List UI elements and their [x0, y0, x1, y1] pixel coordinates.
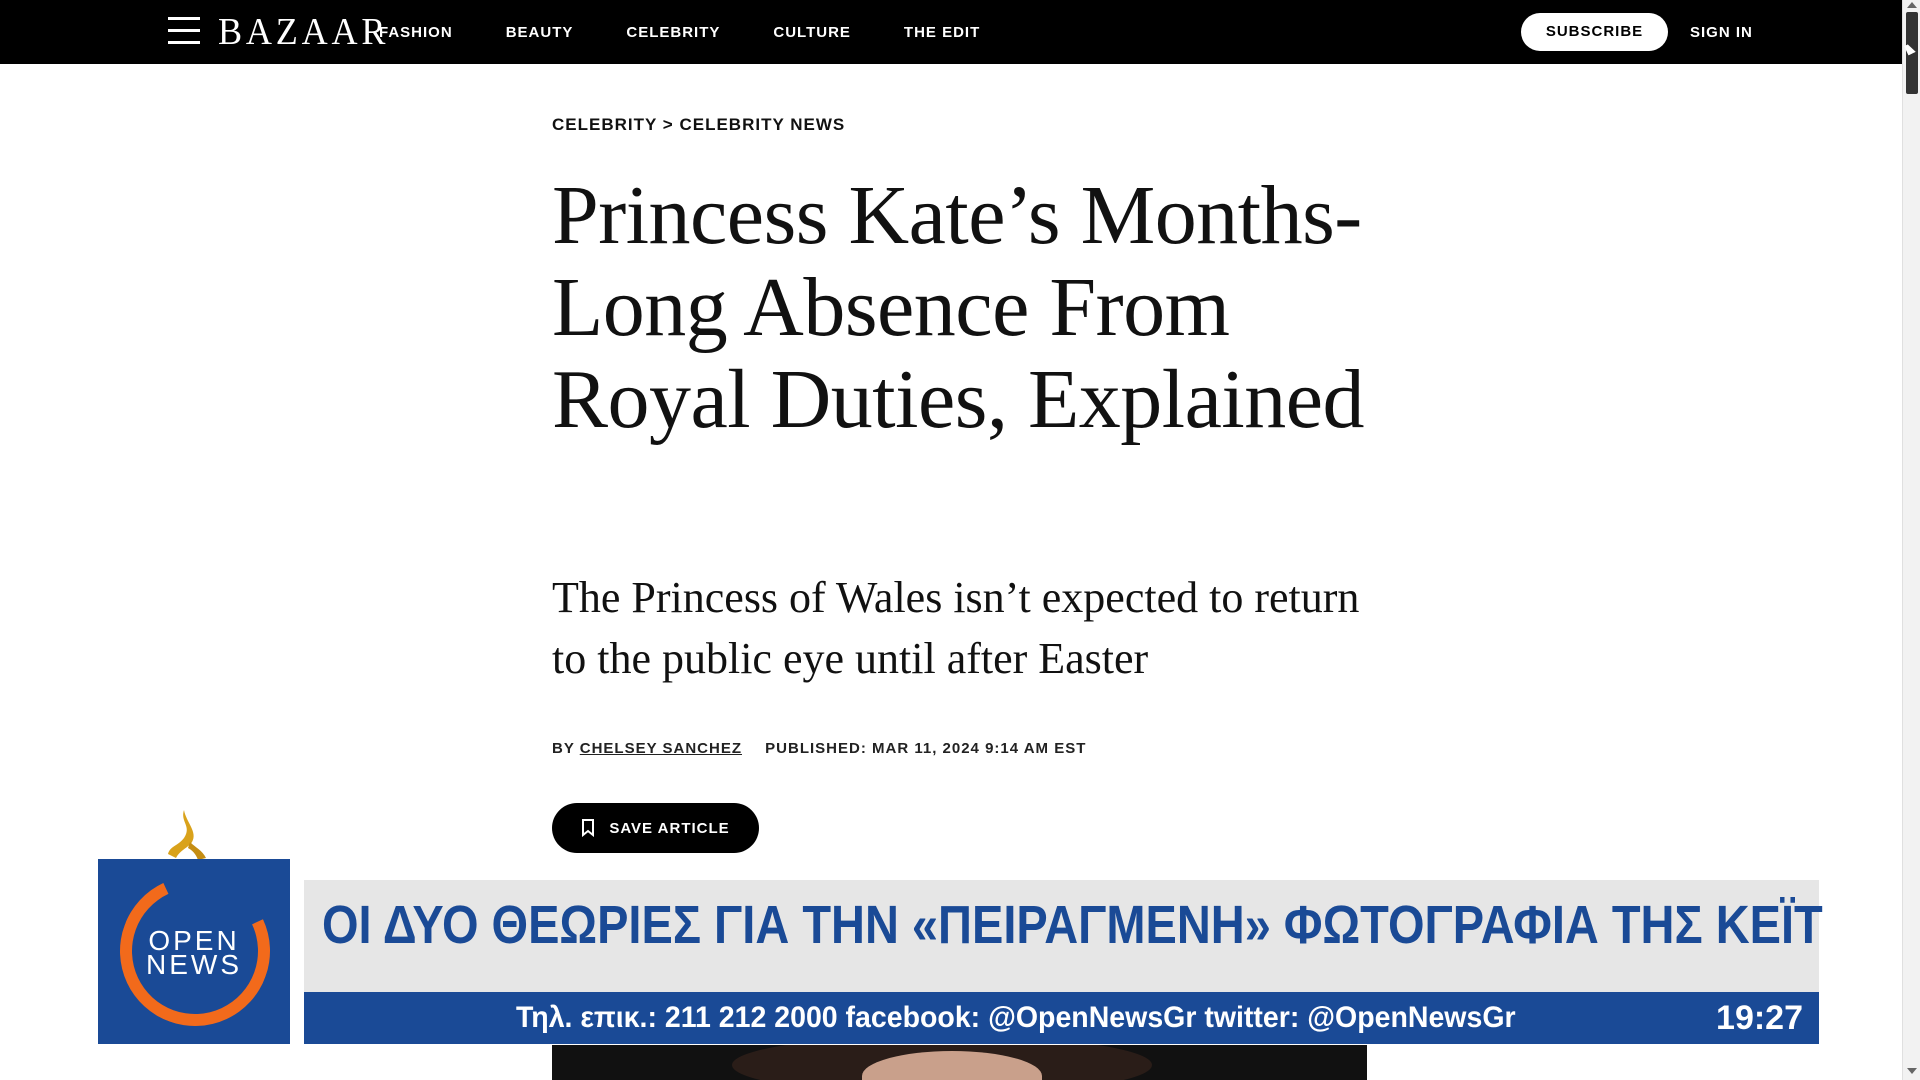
nav-culture[interactable]: CULTURE	[773, 24, 851, 41]
article-headline: Princess Kate’s Months-Long Absence From…	[552, 169, 1365, 446]
byline-prefix: BY	[552, 740, 575, 757]
hamburger-menu-icon[interactable]	[168, 17, 200, 45]
breadcrumb-celebrity[interactable]: CELEBRITY	[552, 115, 657, 134]
broadcast-clock: 19:27	[1716, 999, 1803, 1037]
published-date: PUBLISHED: MAR 11, 2024 9:14 AM EST	[765, 740, 1087, 757]
breadcrumb-separator: >	[662, 115, 674, 134]
nav-beauty[interactable]: BEAUTY	[506, 24, 574, 41]
top-navigation-bar: BAZAAR FASHION BEAUTY CELEBRITY CULTURE …	[0, 0, 1920, 64]
contact-info: Τηλ. επικ.: 211 212 2000 facebook: @Open…	[516, 1001, 1516, 1034]
subscribe-button[interactable]: SUBSCRIBE	[1521, 13, 1668, 51]
channel-logo-text: OPEN NEWS	[146, 925, 242, 980]
scroll-down-arrow-icon[interactable]	[1907, 1068, 1917, 1074]
news-ticker-headline: ΟΙ ΔΥΟ ΘΕΩΡΙΕΣ ΓΙΑ ΤΗΝ «ΠΕΙΡΑΓΜΕΝΗ» ΦΩΤΟ…	[304, 880, 1823, 992]
scroll-up-arrow-icon[interactable]	[1907, 2, 1917, 8]
main-nav: FASHION BEAUTY CELEBRITY CULTURE THE EDI…	[379, 24, 1033, 41]
channel-logo: OPEN NEWS	[98, 859, 290, 1044]
bookmark-icon	[582, 819, 595, 837]
article-hero-image	[552, 1045, 1367, 1080]
page-scrollbar[interactable]	[1902, 0, 1920, 1080]
news-info-bar: Τηλ. επικ.: 211 212 2000 facebook: @Open…	[304, 992, 1819, 1044]
ticker-headline-text: ΟΙ ΔΥΟ ΘΕΩΡΙΕΣ ΓΙΑ ΤΗΝ «ΠΕΙΡΑΓΜΕΝΗ» ΦΩΤΟ…	[322, 895, 1823, 955]
nav-celebrity[interactable]: CELEBRITY	[626, 24, 720, 41]
gold-ornament-icon	[168, 810, 206, 860]
nav-fashion[interactable]: FASHION	[379, 24, 453, 41]
article-dek: The Princess of Wales isn’t expected to …	[552, 573, 1360, 683]
article-byline: BY CHELSEY SANCHEZ PUBLISHED: MAR 11, 20…	[552, 740, 1086, 757]
sign-in-link[interactable]: SIGN IN	[1690, 24, 1753, 41]
author-link[interactable]: CHELSEY SANCHEZ	[580, 740, 742, 757]
nav-the-edit[interactable]: THE EDIT	[904, 24, 980, 41]
save-article-button[interactable]: SAVE ARTICLE	[552, 803, 759, 853]
save-article-label: SAVE ARTICLE	[609, 819, 730, 837]
breadcrumb-celebrity-news[interactable]: CELEBRITY NEWS	[679, 115, 845, 134]
bazaar-logo[interactable]: BAZAAR	[218, 10, 389, 54]
breadcrumb: CELEBRITY > CELEBRITY NEWS	[552, 115, 845, 135]
